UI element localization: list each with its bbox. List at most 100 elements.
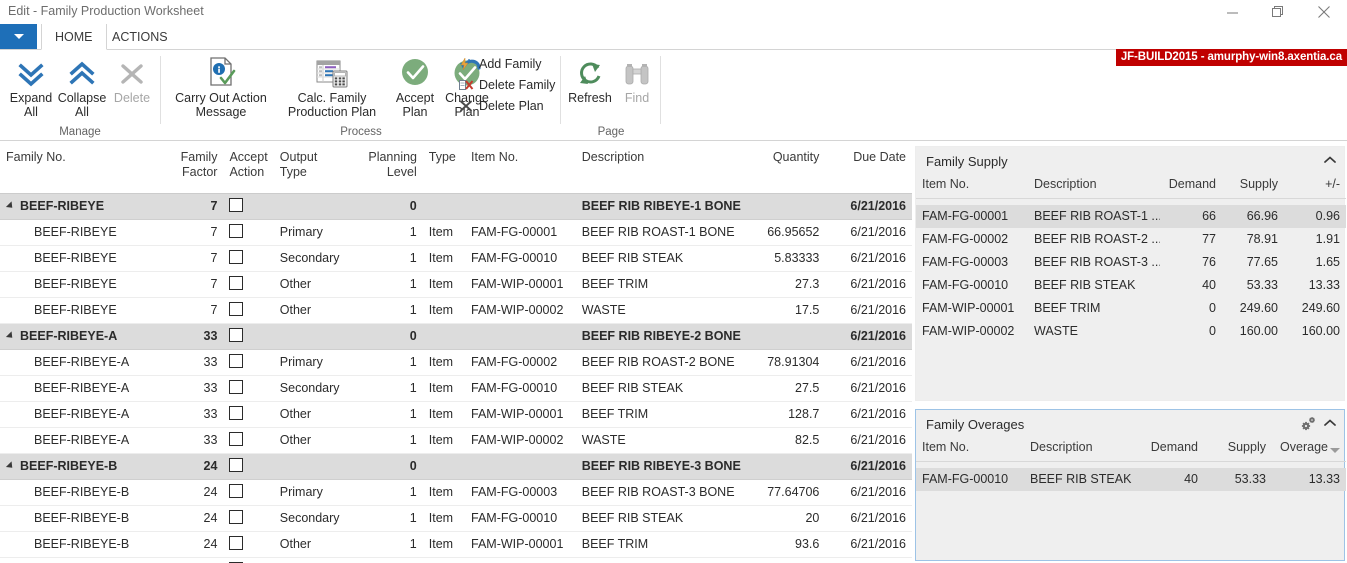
cell-accept_action[interactable] — [223, 349, 273, 375]
accept-action-checkbox[interactable] — [229, 224, 243, 238]
grid-col-header-item_no[interactable]: Item No. — [465, 141, 576, 193]
cell-accept_action[interactable] — [223, 375, 273, 401]
cell-accept_action[interactable] — [223, 297, 273, 323]
grid-row[interactable]: BEEF-RIBEYE-B24Secondary1ItemFAM-FG-0001… — [0, 505, 912, 531]
grid-col-header-type[interactable]: Type — [423, 141, 465, 193]
expand-collapse-triangle-icon[interactable] — [6, 461, 15, 470]
expand-all-label: Expand All — [10, 91, 52, 119]
family-overages-col-header-3[interactable]: Supply — [1204, 437, 1272, 462]
minimize-icon[interactable] — [1209, 0, 1255, 24]
family-supply-col-header-0[interactable]: Item No. — [916, 174, 1028, 199]
grid-col-header-family_factor[interactable]: Family Factor — [173, 141, 223, 193]
delete-plan-button[interactable]: Delete Plan — [458, 98, 544, 114]
cell-accept_action[interactable] — [223, 557, 273, 563]
cell-accept_action[interactable] — [223, 219, 273, 245]
cell-type: Item — [423, 375, 465, 401]
expand-all-button[interactable]: Expand All — [8, 54, 54, 119]
grid-col-header-planning_level[interactable]: Planning Level — [362, 141, 422, 193]
grid-group-row[interactable]: BEEF-RIBEYE-B240BEEF RIB RIBEYE-3 BONE6/… — [0, 453, 912, 479]
family-supply-row[interactable]: FAM-FG-00002BEEF RIB ROAST-2 ...7778.911… — [916, 228, 1346, 251]
grid-col-header-family_no[interactable]: Family No. — [0, 141, 173, 193]
accept-action-checkbox[interactable] — [229, 458, 243, 472]
grid-row[interactable]: BEEF-RIBEYE-A33Other1ItemFAM-WIP-00002WA… — [0, 427, 912, 453]
restore-icon[interactable] — [1255, 0, 1301, 24]
carry-out-action-message-button[interactable]: Carry Out Action Message — [166, 54, 276, 119]
family-supply-row[interactable]: FAM-WIP-00001BEEF TRIM0249.60249.60 — [916, 297, 1346, 320]
family-overages-col-header-4[interactable]: Overage — [1272, 437, 1346, 462]
grid-group-row[interactable]: BEEF-RIBEYE-A330BEEF RIB RIBEYE-2 BONE6/… — [0, 323, 912, 349]
grid-row[interactable]: BEEF-RIBEYE-B24Primary1ItemFAM-FG-00003B… — [0, 479, 912, 505]
grid-row[interactable]: BEEF-RIBEYE7Other1ItemFAM-WIP-00002WASTE… — [0, 297, 912, 323]
tab-actions[interactable]: ACTIONS — [99, 24, 181, 49]
cell-accept_action[interactable] — [223, 323, 273, 349]
cell-accept_action[interactable] — [223, 505, 273, 531]
cell-accept_action[interactable] — [223, 479, 273, 505]
calc-family-production-plan-button[interactable]: Calc. Family Production Plan — [278, 54, 386, 119]
tab-home[interactable]: HOME — [41, 24, 107, 50]
accept-action-checkbox[interactable] — [229, 354, 243, 368]
family-supply-col-header-1[interactable]: Description — [1028, 174, 1160, 199]
family-production-grid[interactable]: Family No.Family FactorAccept ActionOutp… — [0, 141, 912, 563]
grid-row[interactable]: BEEF-RIBEYE-B24Other1ItemFAM-WIP-00001BE… — [0, 531, 912, 557]
family-supply-row[interactable]: FAM-FG-00010BEEF RIB STEAK4053.3313.33 — [916, 274, 1346, 297]
cell-family_no: BEEF-RIBEYE — [0, 245, 173, 271]
accept-action-checkbox[interactable] — [229, 536, 243, 550]
cell-accept_action[interactable] — [223, 531, 273, 557]
family-supply-col-header-2[interactable]: Demand — [1160, 174, 1222, 199]
add-family-button[interactable]: Add Family — [458, 56, 542, 72]
cell-accept_action[interactable] — [223, 453, 273, 479]
accept-action-checkbox[interactable] — [229, 276, 243, 290]
accept-action-checkbox[interactable] — [229, 510, 243, 524]
cell-accept_action[interactable] — [223, 401, 273, 427]
family-supply-col-header-3[interactable]: Supply — [1222, 174, 1284, 199]
family-overages-col-header-1[interactable]: Description — [1024, 437, 1136, 462]
grid-col-header-due_date[interactable]: Due Date — [825, 141, 912, 193]
family-supply-col-header-4[interactable]: +/- — [1284, 174, 1346, 199]
accept-plan-button[interactable]: Accept Plan — [393, 54, 437, 119]
ribbon-group-process: Carry Out Action Message — [161, 50, 561, 140]
accept-action-checkbox[interactable] — [229, 250, 243, 264]
cell-accept_action[interactable] — [223, 427, 273, 453]
cell-family_no: BEEF-RIBEYE-A — [0, 323, 173, 349]
accept-action-checkbox[interactable] — [229, 328, 243, 342]
refresh-button[interactable]: Refresh — [565, 54, 615, 105]
sort-descending-icon[interactable] — [1330, 448, 1340, 453]
family-overages-row[interactable]: FAM-FG-00010BEEF RIB STEAK4053.3313.33 — [916, 468, 1346, 491]
grid-col-header-accept_action[interactable]: Accept Action — [223, 141, 273, 193]
cell-accept_action[interactable] — [223, 193, 273, 219]
accept-action-checkbox[interactable] — [229, 406, 243, 420]
grid-row[interactable]: BEEF-RIBEYE7Primary1ItemFAM-FG-00001BEEF… — [0, 219, 912, 245]
cell-accept_action[interactable] — [223, 271, 273, 297]
cell-item_no: FAM-FG-00001 — [465, 219, 576, 245]
family-supply-row[interactable]: FAM-FG-00003BEEF RIB ROAST-3 ...7677.651… — [916, 251, 1346, 274]
expand-collapse-triangle-icon[interactable] — [6, 201, 15, 210]
grid-col-header-output_type[interactable]: Output Type — [274, 141, 363, 193]
family-overages-col-header-2[interactable]: Demand — [1136, 437, 1204, 462]
cell-accept_action[interactable] — [223, 245, 273, 271]
expand-collapse-triangle-icon[interactable] — [6, 331, 15, 340]
grid-row[interactable]: BEEF-RIBEYE7Other1ItemFAM-WIP-00001BEEF … — [0, 271, 912, 297]
family-supply-row[interactable]: FAM-FG-00001BEEF RIB ROAST-1 ...6666.960… — [916, 205, 1346, 228]
grid-row[interactable]: BEEF-RIBEYE-A33Other1ItemFAM-WIP-00001BE… — [0, 401, 912, 427]
accept-action-checkbox[interactable] — [229, 484, 243, 498]
close-icon[interactable] — [1301, 0, 1347, 24]
file-menu-button[interactable] — [0, 24, 37, 49]
grid-row[interactable]: BEEF-RIBEYE-A33Primary1ItemFAM-FG-00002B… — [0, 349, 912, 375]
grid-row[interactable]: BEEF-RIBEYE-B24Other1ItemFAM-WIP-00002WA… — [0, 557, 912, 563]
accept-action-checkbox[interactable] — [229, 380, 243, 394]
delete-family-button[interactable]: Delete Family — [458, 77, 555, 93]
chevron-up-icon[interactable] — [1322, 152, 1338, 168]
grid-row[interactable]: BEEF-RIBEYE7Secondary1ItemFAM-FG-00010BE… — [0, 245, 912, 271]
gears-icon[interactable] — [1300, 415, 1316, 431]
chevron-up-icon[interactable] — [1322, 415, 1338, 431]
accept-action-checkbox[interactable] — [229, 302, 243, 316]
collapse-all-button[interactable]: Collapse All — [58, 54, 106, 119]
grid-group-row[interactable]: BEEF-RIBEYE70BEEF RIB RIBEYE-1 BONE6/21/… — [0, 193, 912, 219]
accept-action-checkbox[interactable] — [229, 432, 243, 446]
grid-col-header-description[interactable]: Description — [576, 141, 747, 193]
accept-action-checkbox[interactable] — [229, 198, 243, 212]
grid-row[interactable]: BEEF-RIBEYE-A33Secondary1ItemFAM-FG-0001… — [0, 375, 912, 401]
grid-col-header-quantity[interactable]: Quantity — [747, 141, 826, 193]
family-supply-row[interactable]: FAM-WIP-00002WASTE0160.00160.00 — [916, 320, 1346, 343]
family-overages-col-header-0[interactable]: Item No. — [916, 437, 1024, 462]
